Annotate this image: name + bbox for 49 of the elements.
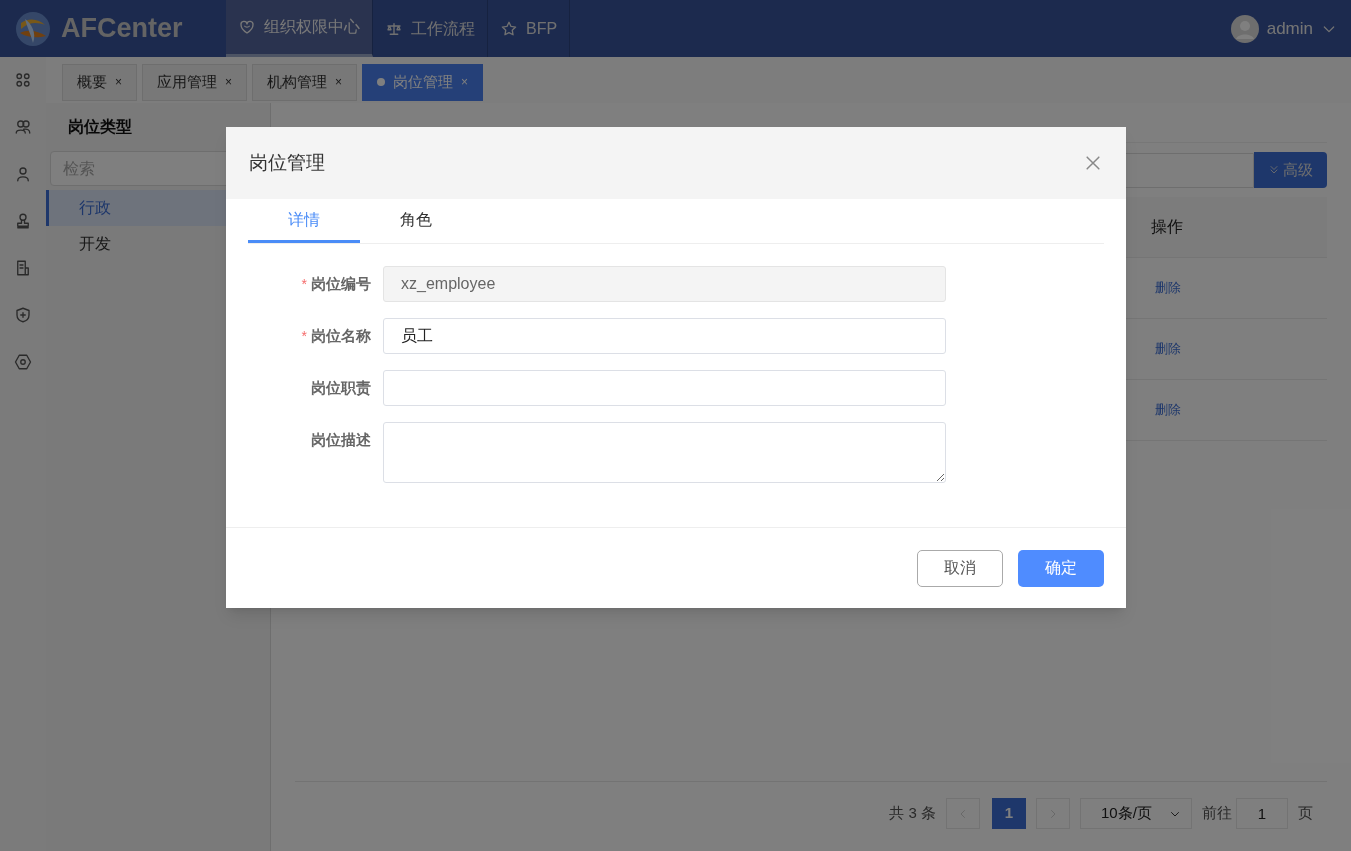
grid-icon [14, 71, 32, 89]
required-mark: * [301, 274, 307, 294]
close-icon[interactable]: × [461, 73, 469, 91]
close-icon[interactable]: × [225, 73, 233, 91]
logo-icon [15, 10, 51, 47]
dialog-tab[interactable]: 详情 [248, 198, 360, 243]
shield-plus-icon [14, 306, 32, 324]
page-size-select[interactable]: 10条/页 [1080, 798, 1192, 829]
panel-title: 岗位类型 [67, 117, 133, 137]
field-label: 岗位职责 [311, 378, 371, 398]
confirm-button[interactable]: 确定 [1018, 549, 1104, 587]
page-suffix: 页 [1298, 803, 1313, 824]
page-tab[interactable]: 机构管理 × [252, 63, 358, 101]
page-tab[interactable]: 概要 × [62, 63, 137, 101]
description-field[interactable] [383, 422, 946, 483]
delete-link[interactable]: 删除 [1155, 400, 1181, 420]
field-label: 岗位编号 [311, 274, 371, 294]
total-count: 共 3 条 [889, 803, 936, 824]
page-number[interactable]: 1 [992, 798, 1026, 829]
nav-tab[interactable]: 组织权限中心 [226, 0, 373, 57]
double-chevron-icon [1268, 164, 1280, 176]
close-icon[interactable]: × [115, 73, 122, 91]
star-icon [500, 19, 518, 38]
delete-link[interactable]: 删除 [1155, 278, 1181, 298]
heart-icon [238, 18, 256, 36]
hexagon-gear-icon [14, 353, 32, 371]
document-icon [14, 259, 32, 277]
stamp-icon [14, 212, 32, 230]
advanced-button[interactable]: 高级 [1254, 152, 1327, 188]
app-name: AFCenter [61, 12, 183, 46]
field-label: 岗位描述 [311, 430, 371, 450]
input-field[interactable] [383, 370, 946, 406]
close-icon[interactable]: × [335, 73, 343, 91]
user-icon [14, 165, 32, 183]
column-header: 操作 [1151, 217, 1183, 237]
delete-link[interactable]: 删除 [1155, 339, 1181, 359]
avatar-icon [1230, 14, 1259, 43]
page-input[interactable]: 1 [1236, 798, 1288, 829]
required-mark: * [301, 326, 307, 346]
cancel-button[interactable]: 取消 [917, 549, 1003, 587]
dialog-tab[interactable]: 角色 [360, 198, 472, 243]
user-menu[interactable]: admin [1230, 0, 1351, 57]
input-field[interactable]: 员工 [383, 318, 946, 354]
goto-label: 前往 [1202, 803, 1232, 824]
dot-icon [377, 78, 386, 86]
page-tab[interactable]: 应用管理 × [142, 63, 248, 101]
field-label: 岗位名称 [311, 326, 371, 346]
users-icon [14, 118, 32, 136]
page-tab[interactable]: 岗位管理 × [362, 63, 484, 101]
